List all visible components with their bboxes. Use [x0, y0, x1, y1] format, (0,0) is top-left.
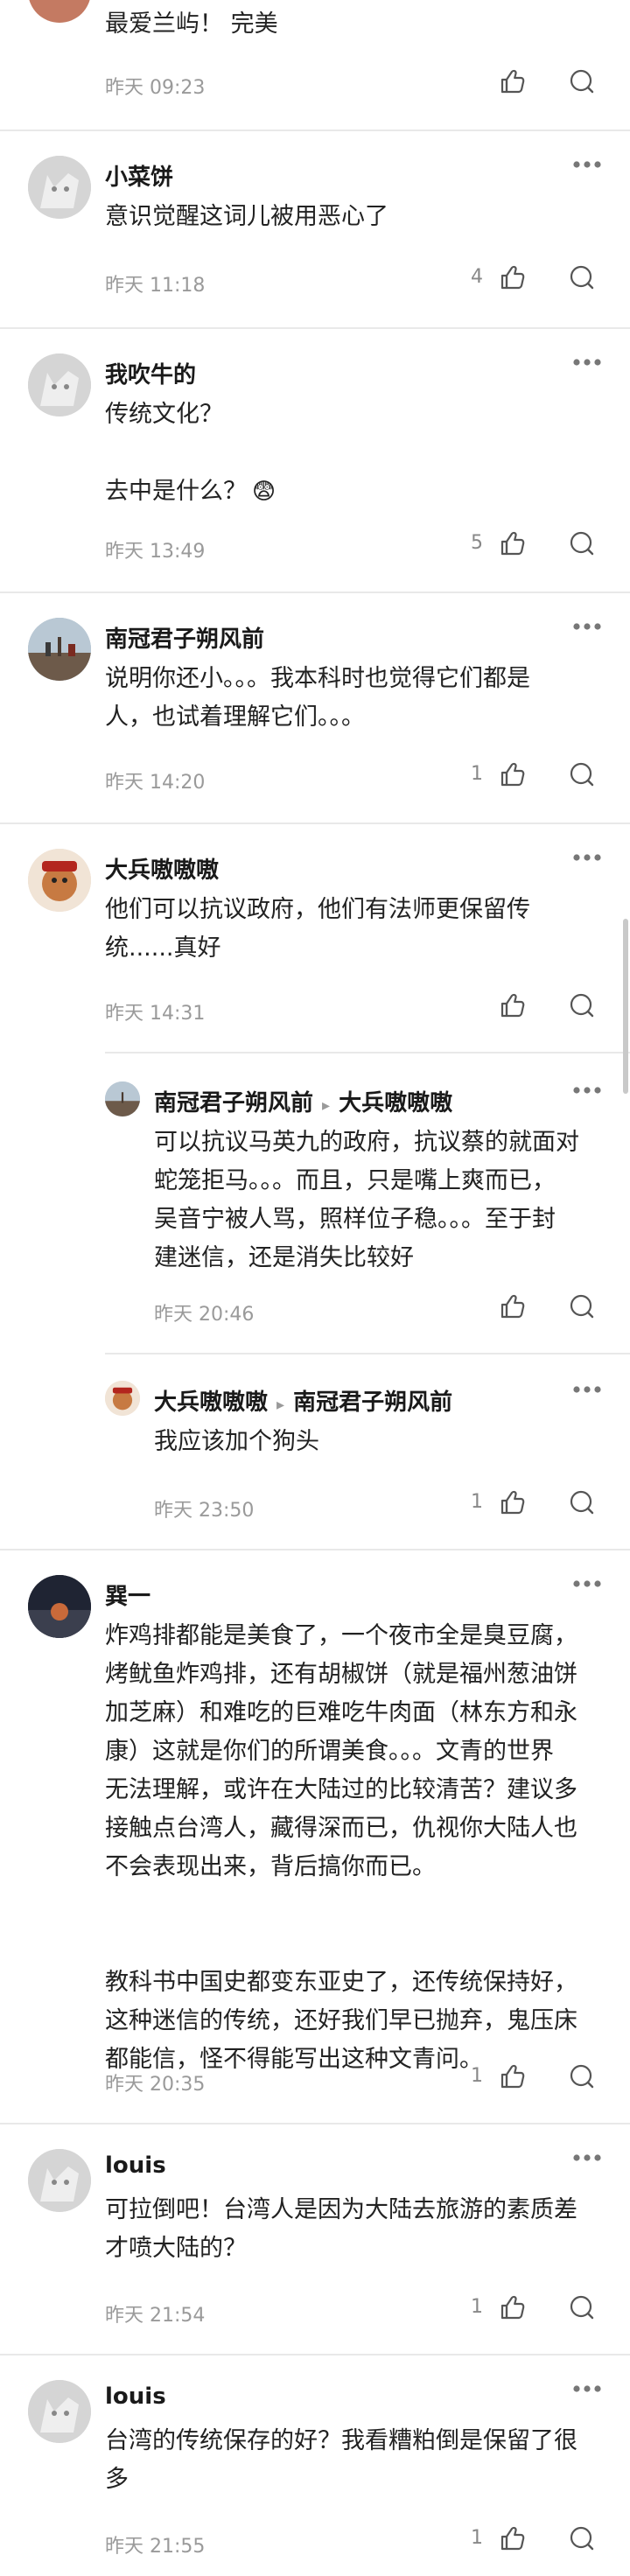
divider: [0, 327, 630, 329]
avatar[interactable]: [28, 1575, 91, 1638]
avatar-photo: [28, 618, 91, 681]
more-dots-icon[interactable]: [572, 357, 602, 368]
avatar-illustration: [28, 849, 91, 912]
like-count: 1: [471, 2527, 483, 2549]
like-count: 4: [471, 266, 483, 288]
avatar[interactable]: [28, 849, 91, 912]
divider: [0, 822, 630, 824]
reply-header: 南冠君子朔风前 ▸ 大兵嗷嗷嗷: [154, 1085, 452, 1117]
comment-bubble-icon[interactable]: [567, 1488, 597, 1517]
divider: [0, 130, 630, 131]
avatar-photo: [28, 1575, 91, 1638]
avatar[interactable]: [28, 2380, 91, 2443]
comment-bubble-icon[interactable]: [567, 760, 597, 789]
comment-bubble-icon[interactable]: [567, 262, 597, 292]
thumbs-up-icon[interactable]: [497, 2292, 527, 2322]
username[interactable]: 大兵嗷嗷嗷: [154, 1390, 268, 1416]
comment-text: 传统文化？ 去中是什么？ 😨: [105, 396, 276, 511]
like-count: 1: [471, 2296, 483, 2318]
comment-text: 他们可以抗议政府，他们有法师更保留传 统......真好: [105, 896, 530, 962]
divider: [105, 1052, 630, 1054]
comment-time: 昨天 09:23: [105, 77, 206, 99]
thumbs-up-icon[interactable]: [497, 528, 527, 558]
more-dots-icon[interactable]: [572, 159, 602, 170]
username[interactable]: louis: [105, 2152, 166, 2179]
username[interactable]: 巽一: [105, 1578, 150, 1611]
like-count: 5: [471, 532, 483, 554]
avatar[interactable]: [28, 618, 91, 681]
comment-text: 可拉倒吧！台湾人是因为大陆去旅游的素质差 才喷大陆的？: [105, 2196, 578, 2262]
more-dots-icon[interactable]: [572, 2152, 602, 2163]
divider: [0, 1549, 630, 1550]
avatar-illustration: [105, 1381, 140, 1416]
comment-bubble-icon[interactable]: [567, 990, 597, 1020]
comment-bubble-icon[interactable]: [567, 1292, 597, 1321]
like-count: 1: [471, 1491, 483, 1513]
avatar[interactable]: [28, 2149, 91, 2212]
more-dots-icon[interactable]: [572, 1384, 602, 1395]
divider: [105, 1353, 630, 1354]
divider: [0, 2354, 630, 2356]
divider: [0, 592, 630, 593]
comment-time: 昨天 21:54: [105, 2305, 206, 2327]
comment-text: 意识觉醒这词儿被用恶心了: [105, 203, 388, 230]
more-dots-icon[interactable]: [572, 2384, 602, 2394]
thumbs-up-icon[interactable]: [497, 1488, 527, 1517]
more-dots-icon[interactable]: [572, 1578, 602, 1589]
thumbs-up-icon[interactable]: [497, 990, 527, 1020]
username[interactable]: louis: [105, 2384, 166, 2410]
username[interactable]: 南冠君子朔风前: [154, 1090, 313, 1116]
reply-arrow-icon: ▸: [322, 1096, 331, 1115]
reply-to-username[interactable]: 南冠君子朔风前: [293, 1390, 452, 1416]
reply-to-username[interactable]: 大兵嗷嗷嗷: [339, 1090, 452, 1116]
thumbs-up-icon[interactable]: [497, 2062, 527, 2091]
thumbs-up-icon[interactable]: [497, 66, 527, 96]
comment-time: 昨天 23:50: [154, 1500, 255, 1522]
reply-header: 大兵嗷嗷嗷 ▸ 南冠君子朔风前: [154, 1384, 452, 1417]
comment-time: 昨天 20:35: [105, 2074, 206, 2096]
fearful-face-emoji: 😨: [252, 479, 276, 505]
comment-time: 昨天 13:49: [105, 541, 206, 563]
comment-text: 炸鸡排都能是美食了，一个夜市全是臭豆腐， 烤鱿鱼炸鸡排，还有胡椒饼（就是福州葱油…: [105, 1622, 578, 2073]
thumbs-up-icon[interactable]: [497, 1292, 527, 1321]
avatar[interactable]: [105, 1381, 140, 1416]
avatar[interactable]: [105, 1082, 140, 1116]
username[interactable]: 我吹牛的: [105, 357, 196, 389]
like-count: 1: [471, 763, 483, 785]
comment-time: 昨天 14:31: [105, 1003, 206, 1025]
comment-text: 台湾的传统保存的好？我看糟粕倒是保留了很 多: [105, 2427, 578, 2493]
avatar-photo: [105, 1082, 140, 1116]
avatar[interactable]: [28, 156, 91, 219]
like-count: 1: [471, 2065, 483, 2087]
comment-text: 最爱兰屿！ 完美: [105, 10, 278, 38]
comment-text: 可以抗议马英九的政府，抗议蔡的就面对 蛇笼拒马。。。而且，只是嘴上爽而已， 吴音…: [154, 1129, 579, 1271]
avatar[interactable]: [28, 0, 91, 23]
comment-feed: 最爱兰屿！ 完美 昨天 09:23 小菜饼 意识觉醒这词儿被用恶心了 昨天 11…: [0, 0, 630, 2576]
comment-time: 昨天 11:18: [105, 275, 206, 297]
comment-text: 说明你还小。。。我本科时也觉得它们都是 人，也试着理解它们。。。: [105, 665, 530, 731]
reply-arrow-icon: ▸: [276, 1396, 285, 1414]
comment-time: 昨天 14:20: [105, 772, 206, 794]
more-dots-icon[interactable]: [572, 1085, 602, 1096]
comment-text: 我应该加个狗头: [154, 1428, 319, 1455]
thumbs-up-icon[interactable]: [497, 760, 527, 789]
comment-bubble-icon[interactable]: [567, 528, 597, 558]
thumbs-up-icon[interactable]: [497, 262, 527, 292]
username[interactable]: 大兵嗷嗷嗷: [105, 852, 219, 885]
comment-bubble-icon[interactable]: [567, 2524, 597, 2553]
username[interactable]: 南冠君子朔风前: [105, 621, 264, 654]
comment-time: 昨天 21:55: [105, 2536, 206, 2558]
comment-bubble-icon[interactable]: [567, 2292, 597, 2322]
comment-bubble-icon[interactable]: [567, 66, 597, 96]
avatar[interactable]: [28, 354, 91, 416]
more-dots-icon[interactable]: [572, 621, 602, 632]
scrollbar[interactable]: [623, 919, 628, 1094]
comment-bubble-icon[interactable]: [567, 2062, 597, 2091]
more-dots-icon[interactable]: [572, 852, 602, 863]
username[interactable]: 小菜饼: [105, 159, 173, 192]
divider: [0, 2123, 630, 2124]
comment-time: 昨天 20:46: [154, 1304, 255, 1326]
comment-text-body: 传统文化？ 去中是什么？: [105, 401, 247, 505]
thumbs-up-icon[interactable]: [497, 2524, 527, 2553]
